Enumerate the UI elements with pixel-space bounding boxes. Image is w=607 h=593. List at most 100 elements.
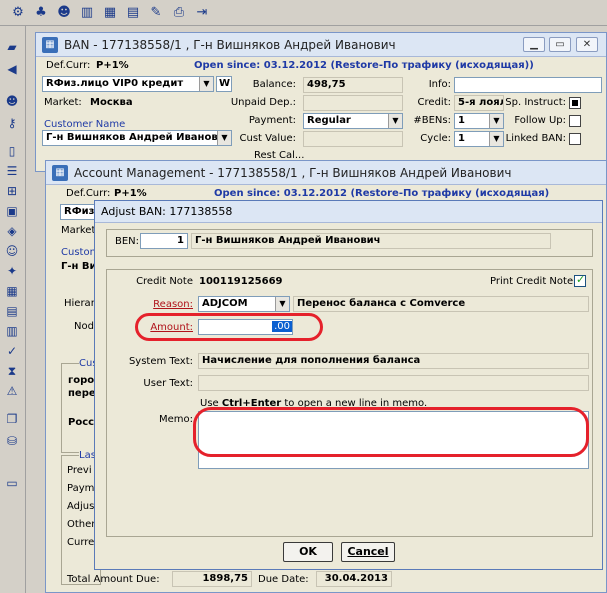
am-node-label: Nod (74, 321, 94, 332)
am-payment-label: Paym (67, 483, 95, 494)
open-since-text: Open since: 03.12.2012 (Restore-По трафи… (194, 60, 534, 71)
key-icon[interactable]: ⚷ (2, 114, 22, 132)
am-def-curr-label: Def.Curr: (66, 188, 111, 199)
ban-window: ▦ BAN - 177138558/1 , Г-н Вишняков Андре… (35, 32, 607, 172)
chevron-down-icon[interactable]: ▼ (217, 131, 231, 145)
gift-icon[interactable]: ◈ (2, 222, 22, 240)
reason-select[interactable]: ADJCOM ▼ (198, 296, 290, 312)
linked-ban-label: Linked BAN: (505, 133, 566, 144)
side-toolbar: ▰ ◀ ☻ ⚷ ▯ ☰ ⊞ ▣ ◈ ☺ ✦ ▦ ▤ ▥ ✓ ⧗ ⚠ ❐ ⛁ ▭ (0, 26, 26, 593)
person-icon[interactable]: ☺ (2, 242, 22, 260)
dialog-title: Adjust BAN: 177138558 (101, 205, 233, 218)
balance-label: Balance: (252, 79, 296, 90)
back-icon[interactable]: ◀ (2, 60, 22, 78)
credit-label: Credit: (417, 97, 451, 108)
book-icon[interactable]: ▥ (77, 3, 97, 23)
print-icon[interactable]: ⎙ (169, 3, 189, 23)
def-curr-label: Def.Curr: (46, 60, 91, 71)
am-address-city: горо (68, 375, 95, 386)
calendar-icon[interactable]: ▤ (2, 302, 22, 320)
print-credit-note-label: Print Credit Note (490, 276, 574, 287)
window-app-icon: ▦ (42, 37, 58, 53)
document-icon[interactable]: ▤ (123, 3, 143, 23)
adjust-ban-dialog: Adjust BAN: 177138558 BEN: 1 Г-н Вишняко… (94, 200, 603, 570)
sp-instruct-checkbox[interactable] (569, 97, 581, 109)
agent-icon[interactable]: ☻ (2, 92, 22, 110)
agent-icon[interactable]: ☻ (54, 3, 74, 23)
customer-name-select[interactable]: Г-н Вишняков Андрей Иванові ▼ (42, 130, 232, 146)
system-text-field: Начисление для пополнения баланса (198, 353, 589, 369)
reason-description: Перенос баланса с Comverce (293, 296, 589, 312)
user-icon[interactable]: ♣ (31, 3, 51, 23)
ban-window-title: BAN - 177138558/1 , Г-н Вишняков Андрей … (64, 38, 396, 52)
cust-value-field (303, 131, 403, 147)
customer-name-link[interactable]: Customer Name (44, 119, 125, 130)
card-icon[interactable]: ▣ (2, 202, 22, 220)
calc-icon[interactable]: ▦ (2, 282, 22, 300)
tool-icon[interactable]: ✦ (2, 262, 22, 280)
linked-ban-checkbox[interactable] (569, 133, 581, 145)
am-address-country: Росс (68, 417, 95, 428)
window-icon[interactable]: ▭ (2, 474, 22, 492)
am-def-curr-value: P+1% (114, 188, 147, 199)
am-previous-label: Previ (67, 465, 92, 476)
dialog-titlebar: Adjust BAN: 177138558 (95, 201, 602, 223)
w-indicator: W (216, 76, 232, 92)
info-field[interactable] (454, 77, 602, 93)
am-open-since-text: Open since: 03.12.2012 (Restore-По трафи… (214, 188, 550, 199)
ben-name-field: Г-н Вишняков Андрей Иванович (191, 233, 551, 249)
cycle-label: Cycle: (420, 133, 451, 144)
tree-icon[interactable]: ⊞ (2, 182, 22, 200)
hourglass-icon[interactable]: ⧗ (2, 362, 22, 380)
list-icon[interactable]: ☰ (2, 162, 22, 180)
page-icon[interactable]: ▯ (2, 142, 22, 160)
ben-label: BEN: (115, 236, 140, 247)
database-icon[interactable]: ⛁ (2, 432, 22, 450)
chevron-down-icon[interactable]: ▼ (275, 297, 289, 311)
am-market-label: Market (61, 225, 96, 236)
report-icon[interactable]: ▥ (2, 322, 22, 340)
am-window-titlebar: ▦ Account Management - 177138558/1 , Г-н… (46, 161, 606, 185)
settings-icon[interactable]: ⚙ (8, 3, 28, 23)
main-toolbar: ⚙ ♣ ☻ ▥ ▦ ▤ ✎ ⎙ ⇥ (0, 0, 607, 26)
reason-label: Reason: (153, 299, 193, 310)
check-icon[interactable]: ✓ (2, 342, 22, 360)
restore-button[interactable]: ▭ (549, 37, 571, 52)
credit-note-label: Credit Note (136, 276, 193, 287)
balance-field: 498,75 (303, 77, 403, 93)
am-current-label: Curre (67, 537, 95, 548)
exit-icon[interactable]: ⇥ (192, 3, 212, 23)
payment-select[interactable]: Regular ▼ (303, 113, 403, 129)
due-date-field: 30.04.2013 (316, 571, 392, 587)
cancel-button[interactable]: Cancel (341, 542, 395, 562)
am-window-title: Account Management - 177138558/1 , Г-н В… (74, 166, 512, 180)
total-amount-due-label: Total Amount Due: (67, 574, 160, 585)
cycle-select[interactable]: 1 ▼ (454, 131, 504, 147)
copy-icon[interactable]: ❐ (2, 410, 22, 428)
window-app-icon: ▦ (52, 165, 68, 181)
bens-select[interactable]: 1 ▼ (454, 113, 504, 129)
folder-icon[interactable]: ▰ (2, 38, 22, 56)
close-button[interactable]: ✕ (576, 37, 598, 52)
pen-icon[interactable]: ✎ (146, 3, 166, 23)
ok-button[interactable]: OK (283, 542, 333, 562)
unpaid-dep-field (303, 95, 403, 111)
chevron-down-icon[interactable]: ▼ (388, 114, 402, 128)
table-icon[interactable]: ▦ (100, 3, 120, 23)
memo-annotation-oval (193, 407, 589, 457)
print-credit-note-checkbox[interactable]: ✓ (574, 273, 586, 287)
minimize-button[interactable]: ▁ (523, 37, 545, 52)
total-amount-due-field: 1898,75 (172, 571, 252, 587)
user-text-field[interactable] (198, 375, 589, 391)
follow-up-checkbox[interactable] (569, 115, 581, 127)
ban-window-titlebar: ▦ BAN - 177138558/1 , Г-н Вишняков Андре… (36, 33, 606, 57)
ben-field[interactable]: 1 (140, 233, 188, 249)
system-text-label: System Text: (128, 356, 193, 367)
cust-value-label: Cust Value: (239, 133, 296, 144)
alert-icon[interactable]: ⚠ (2, 382, 22, 400)
def-curr-value: P+1% (96, 60, 129, 71)
chevron-down-icon[interactable]: ▼ (199, 77, 213, 91)
account-type-select[interactable]: RФиз.лицо VIP0 кредит ▼ (42, 76, 214, 92)
market-label: Market: (44, 97, 82, 108)
market-value: Москва (90, 97, 133, 108)
